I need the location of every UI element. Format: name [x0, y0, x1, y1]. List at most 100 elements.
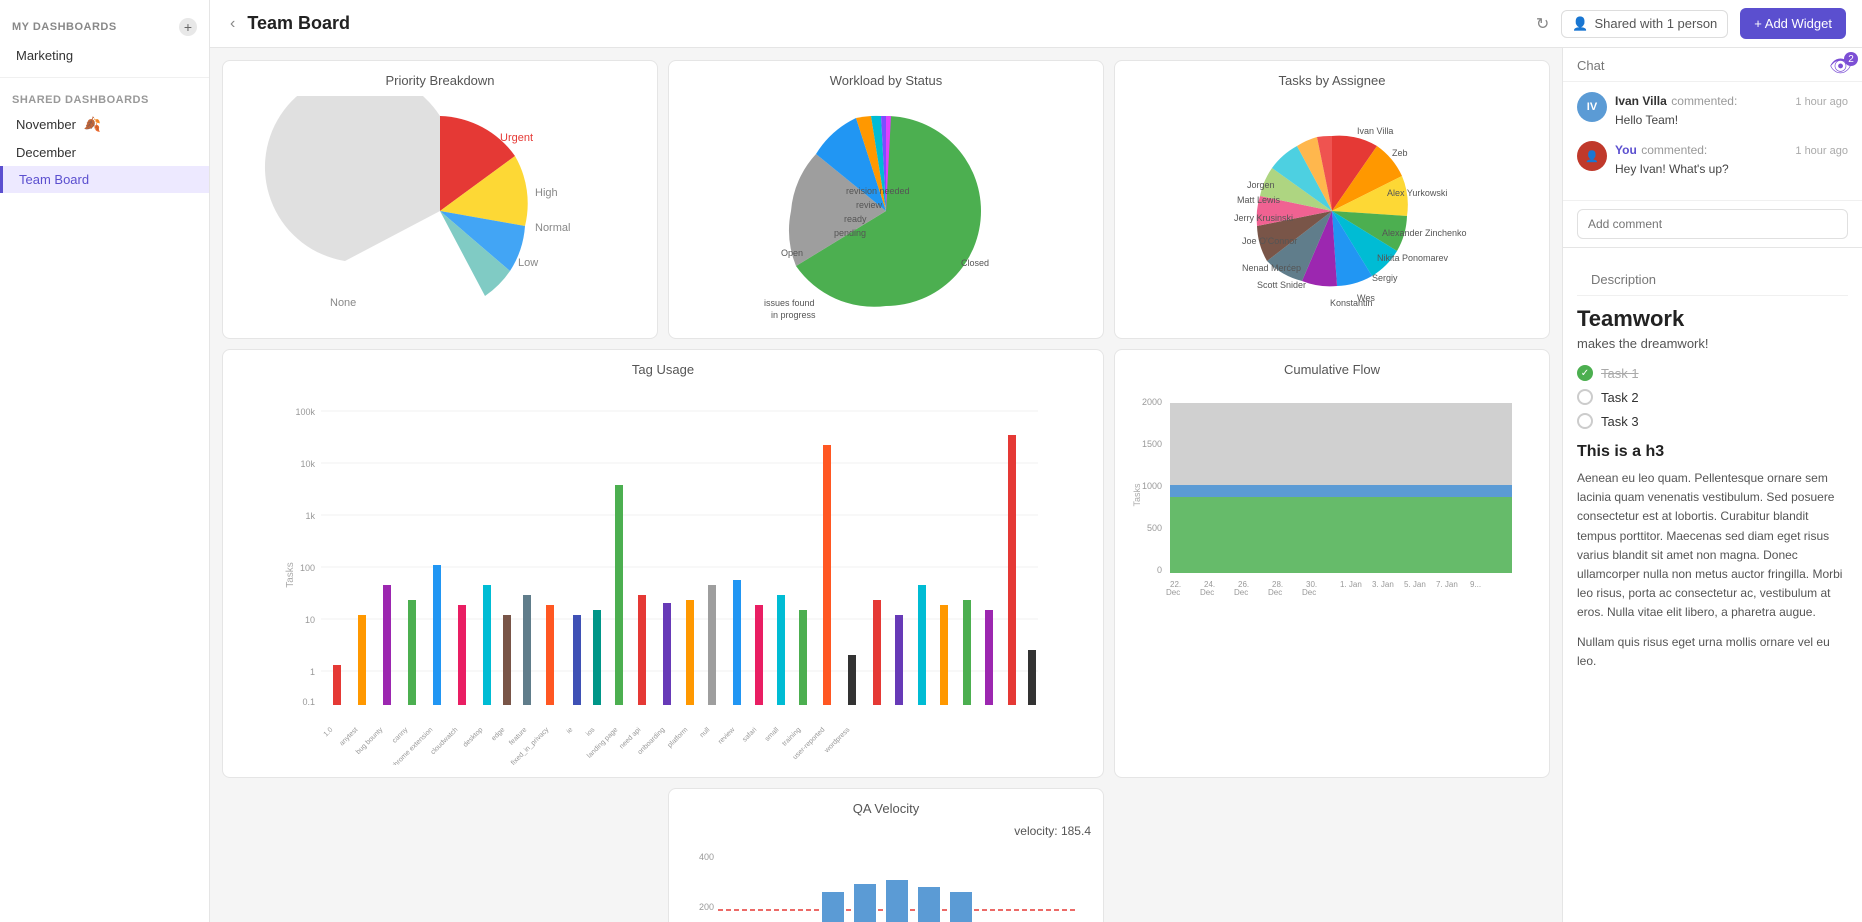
qa-velocity-title: QA Velocity: [681, 801, 1091, 816]
svg-text:fixed_in_privacy: fixed_in_privacy: [510, 726, 551, 765]
svg-text:0.1: 0.1: [302, 697, 315, 707]
svg-text:Scott Snider: Scott Snider: [1257, 280, 1306, 290]
message-2-body: You commented: 1 hour ago Hey Ivan! What…: [1615, 141, 1848, 176]
qa-velocity-chart: 400 200 100 80 60: [681, 842, 1091, 922]
shared-dashboards-label: SHARED DASHBOARDS: [12, 94, 149, 106]
svg-text:null: null: [699, 726, 712, 739]
svg-text:need api: need api: [618, 726, 642, 750]
task-list: Task 1 Task 2 Task 3: [1577, 365, 1848, 429]
sidebar-divider: [0, 77, 209, 78]
svg-text:3. Jan: 3. Jan: [1372, 580, 1394, 589]
task-item-2[interactable]: Task 2: [1577, 389, 1848, 405]
add-dashboard-button[interactable]: +: [179, 18, 197, 36]
refresh-button[interactable]: ↻: [1536, 14, 1549, 34]
my-dashboards-header: MY DASHBOARDS +: [0, 12, 209, 42]
velocity-value: velocity: 185.4: [681, 824, 1091, 838]
description-heading: Teamwork: [1577, 306, 1848, 332]
cumulative-flow-widget: Cumulative Flow 2000 1500 1000 500 0 Tas…: [1114, 349, 1550, 778]
svg-text:Dec: Dec: [1166, 588, 1180, 597]
tag-usage-title: Tag Usage: [235, 362, 1091, 377]
avatar-ivan: IV: [1577, 92, 1607, 122]
user-icon: 👤: [1572, 16, 1588, 32]
workload-status-chart: revision needed review ready pending Ope…: [681, 96, 1091, 326]
svg-text:Dec: Dec: [1268, 588, 1282, 597]
svg-text:100: 100: [300, 563, 315, 573]
svg-text:Matt Lewis: Matt Lewis: [1237, 195, 1281, 205]
message-1-text: Hello Team!: [1615, 113, 1848, 127]
svg-text:Nenad Merćep: Nenad Merćep: [1242, 263, 1301, 273]
page-header: ‹ Team Board ↻ 👤 Shared with 1 person + …: [210, 0, 1862, 48]
task-2-check[interactable]: [1577, 389, 1593, 405]
svg-text:in progress: in progress: [771, 310, 816, 320]
message-2-author: You commented:: [1615, 141, 1707, 159]
svg-text:Jerry Krusinski: Jerry Krusinski: [1234, 213, 1293, 223]
description-section-title: Description: [1577, 262, 1848, 296]
cumulative-flow-title: Cumulative Flow: [1127, 362, 1537, 377]
task-3-check[interactable]: [1577, 413, 1593, 429]
task-2-label: Task 2: [1601, 390, 1639, 405]
svg-text:Tasks: Tasks: [285, 562, 296, 588]
svg-text:canny: canny: [391, 726, 410, 745]
team-board-label: Team Board: [19, 172, 89, 187]
add-widget-button[interactable]: + Add Widget: [1740, 8, 1846, 39]
task-3-label: Task 3: [1601, 414, 1639, 429]
message-1-author: Ivan Villa commented:: [1615, 92, 1737, 110]
svg-text:Jorgen: Jorgen: [1247, 180, 1275, 190]
chat-section-title: Chat: [1563, 48, 1862, 82]
svg-text:1.0: 1.0: [323, 726, 335, 738]
svg-text:High: High: [535, 187, 558, 199]
svg-text:7. Jan: 7. Jan: [1436, 580, 1458, 589]
svg-text:10k: 10k: [300, 459, 315, 469]
sidebar: MY DASHBOARDS + Marketing SHARED DASHBOA…: [0, 0, 210, 922]
svg-text:issues found: issues found: [764, 298, 815, 308]
svg-text:2000: 2000: [1142, 397, 1162, 407]
svg-text:100k: 100k: [295, 407, 315, 417]
chat-section: Chat 👁 2 IV Ivan Villa: [1563, 48, 1862, 247]
eye-count: 2: [1844, 52, 1858, 66]
cumulative-flow-chart: 2000 1500 1000 500 0 Tasks 22. Dec: [1127, 385, 1537, 615]
november-emoji: 🍂: [84, 116, 101, 132]
svg-text:Dec: Dec: [1234, 588, 1248, 597]
sidebar-item-november[interactable]: November 🍂: [0, 110, 209, 139]
svg-text:Tasks: Tasks: [1132, 483, 1142, 507]
svg-text:desktop: desktop: [462, 726, 484, 748]
svg-text:chrome extension: chrome extension: [390, 726, 434, 765]
svg-text:5. Jan: 5. Jan: [1404, 580, 1426, 589]
svg-text:400: 400: [699, 852, 714, 862]
svg-text:1. Jan: 1. Jan: [1340, 580, 1362, 589]
message-1-time: 1 hour ago: [1795, 96, 1848, 108]
eye-badge: 👁 2: [1829, 56, 1852, 77]
workload-status-title: Workload by Status: [681, 73, 1091, 88]
chat-input[interactable]: [1577, 209, 1848, 239]
svg-text:revision needed: revision needed: [846, 186, 910, 196]
svg-text:None: None: [330, 297, 356, 309]
svg-text:Joe O'Connor: Joe O'Connor: [1242, 236, 1297, 246]
message-2-text: Hey Ivan! What's up?: [1615, 162, 1848, 176]
message-1-body: Ivan Villa commented: 1 hour ago Hello T…: [1615, 92, 1848, 127]
description-paragraph2: Nullam quis risus eget urna mollis ornar…: [1577, 633, 1848, 671]
svg-text:Dec: Dec: [1302, 588, 1316, 597]
avatar-you: 👤: [1577, 141, 1607, 171]
sidebar-item-december[interactable]: December: [0, 139, 209, 166]
header-actions: ↻ 👤 Shared with 1 person + Add Widget: [1536, 8, 1846, 39]
november-label: November: [16, 117, 76, 132]
chat-messages: IV Ivan Villa commented: 1 hour ago Hell…: [1563, 82, 1862, 200]
svg-text:edge: edge: [490, 726, 506, 742]
svg-text:anytest: anytest: [338, 726, 359, 747]
task-item-3[interactable]: Task 3: [1577, 413, 1848, 429]
content-area: Priority Breakdown Urgent High Normal: [210, 48, 1862, 922]
tag-usage-widget: Tag Usage 100k 10k 1k 100 10 1 0.1: [222, 349, 1104, 778]
svg-text:200: 200: [699, 902, 714, 912]
priority-breakdown-chart: Urgent High Normal Low None: [235, 96, 645, 326]
qa-velocity-widget: QA Velocity velocity: 185.4 400 200 100 …: [668, 788, 1104, 922]
task-item-1[interactable]: Task 1: [1577, 365, 1848, 381]
task-1-check[interactable]: [1577, 365, 1593, 381]
svg-text:ready: ready: [844, 214, 867, 224]
sidebar-item-marketing[interactable]: Marketing: [0, 42, 209, 69]
collapse-button[interactable]: ‹: [226, 15, 239, 33]
svg-text:Low: Low: [518, 257, 538, 269]
svg-text:ie: ie: [566, 726, 575, 735]
shared-button[interactable]: 👤 Shared with 1 person: [1561, 10, 1728, 38]
svg-text:small: small: [764, 726, 781, 743]
sidebar-item-team-board[interactable]: Team Board: [0, 166, 209, 193]
